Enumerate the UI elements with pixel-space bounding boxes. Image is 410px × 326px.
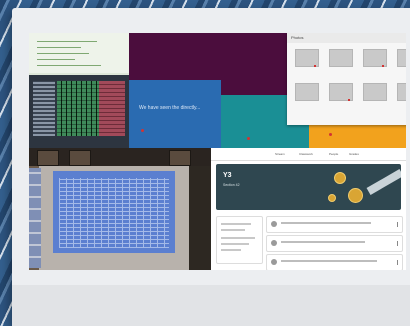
pencil-image xyxy=(366,169,401,195)
slide-body-text: We have seen the directly... xyxy=(139,105,201,111)
participant-tile xyxy=(69,150,91,166)
file-thumbnail[interactable] xyxy=(363,83,387,101)
tab-grades[interactable]: Grades xyxy=(349,152,359,156)
classroom-page: Stream Classwork People Grades Y3 Sectio… xyxy=(211,148,406,270)
sheet-row-line xyxy=(37,47,81,48)
marker-dot xyxy=(382,65,384,67)
desk-shadow xyxy=(189,166,211,270)
marker-dot xyxy=(247,137,250,140)
monitor-sidebar xyxy=(29,168,41,268)
class-code: Y3 xyxy=(223,172,232,179)
upcoming-line xyxy=(221,243,249,245)
class-section: Section 42 xyxy=(223,183,240,187)
post-text xyxy=(281,260,377,262)
sheet-green-grid xyxy=(57,81,99,136)
marker-dot xyxy=(329,133,332,136)
marker-dot xyxy=(141,129,144,132)
file-thumbnail[interactable] xyxy=(295,83,319,101)
file-thumbnail[interactable] xyxy=(397,49,406,67)
post-text xyxy=(281,241,365,243)
kebab-menu-icon[interactable] xyxy=(397,241,398,246)
collage-screen: We have seen the directly... Photos Stre… xyxy=(29,33,406,270)
file-thumbnail[interactable] xyxy=(329,49,353,67)
slides-panel: We have seen the directly... Photos xyxy=(129,33,406,148)
photo-frame-bottom xyxy=(12,285,410,326)
coin-image xyxy=(328,194,336,202)
marker-dot xyxy=(314,65,316,67)
monitor-spreadsheet-grid xyxy=(59,178,169,248)
tab-stream[interactable]: Stream xyxy=(275,152,285,156)
upcoming-line xyxy=(221,229,245,231)
avatar xyxy=(271,221,277,227)
avatar xyxy=(271,240,277,246)
participant-tile xyxy=(169,150,191,166)
stream-post[interactable] xyxy=(266,254,403,270)
marker-dot xyxy=(348,99,350,101)
participant-tile xyxy=(37,150,59,166)
video-call-strip xyxy=(29,148,211,166)
coin-image xyxy=(334,172,346,184)
stream-post[interactable] xyxy=(266,235,403,252)
kebab-menu-icon[interactable] xyxy=(397,222,398,227)
stream-post[interactable] xyxy=(266,216,403,233)
page: { "collage": { "slides": { "body_text": … xyxy=(0,0,410,326)
avatar xyxy=(271,259,277,265)
sheet-row-line xyxy=(37,41,97,42)
sheet-red-grid xyxy=(99,81,125,136)
sheet-row-line xyxy=(37,53,89,54)
classroom-camera-photo xyxy=(29,148,211,270)
upcoming-line xyxy=(221,223,251,225)
file-picker-title: Photos xyxy=(291,35,304,40)
file-picker-window[interactable]: Photos xyxy=(287,33,406,125)
class-banner: Y3 Section 42 xyxy=(216,164,401,210)
tab-people[interactable]: People xyxy=(329,152,338,156)
classroom-nav: Stream Classwork People Grades xyxy=(211,148,406,161)
kebab-menu-icon[interactable] xyxy=(397,260,398,265)
sheet-header-area xyxy=(29,33,129,73)
coin-image xyxy=(348,188,363,203)
tab-classwork[interactable]: Classwork xyxy=(299,152,313,156)
upcoming-box xyxy=(216,216,263,264)
sheet-label-column xyxy=(33,81,55,136)
spreadsheet-photo xyxy=(29,33,129,148)
sheet-row-line xyxy=(37,59,75,60)
upcoming-line xyxy=(221,237,255,239)
upcoming-line xyxy=(221,249,241,251)
post-text xyxy=(281,222,371,224)
sheet-row-line xyxy=(37,65,101,66)
file-picker-titlebar[interactable]: Photos xyxy=(287,33,406,43)
slide-tile-blue xyxy=(129,80,221,148)
file-thumbnail[interactable] xyxy=(397,83,406,101)
